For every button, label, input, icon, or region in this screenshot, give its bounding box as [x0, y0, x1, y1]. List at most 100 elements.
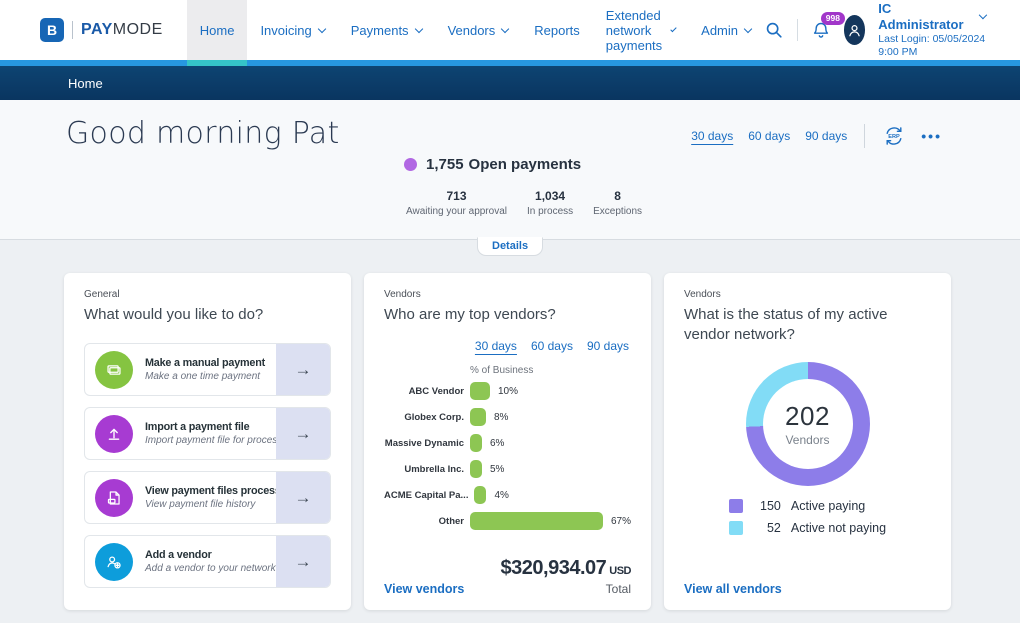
brand-divider	[72, 21, 73, 39]
user-name: IC Administrator	[878, 1, 972, 34]
open-payments-label: Open payments	[469, 156, 582, 173]
add-person-icon	[95, 543, 133, 581]
top-vendors-bar-chart: ABC Vendor 10% Globex Corp. 8% Massive D…	[384, 382, 631, 538]
erp-sync-icon: ERP	[882, 124, 906, 148]
card-filter-60-days[interactable]: 60 days	[531, 339, 573, 353]
stat-exceptions: 8 Exceptions	[593, 189, 642, 217]
vertical-divider	[864, 124, 865, 148]
bar	[474, 486, 486, 504]
search-icon	[764, 20, 784, 40]
chevron-down-icon	[671, 25, 677, 31]
action-view-payment-files[interactable]: View payment files processed View paymen…	[84, 471, 331, 524]
card-title: What is the status of my active vendor n…	[684, 305, 931, 346]
open-payments-dot-icon	[404, 158, 417, 171]
main-nav: Home Invoicing Payments Vendors Reports …	[187, 0, 764, 60]
hero-section: Good morning Pat 30 days 60 days 90 days…	[0, 100, 1020, 240]
last-login-text: Last Login: 05/05/2024 9:00 PM	[878, 33, 985, 59]
avatar-person-icon	[845, 21, 864, 40]
card-category: General	[84, 289, 331, 300]
donut-legend: 150 Active paying 52 Active not paying	[729, 499, 886, 543]
nav-item-home[interactable]: Home	[187, 0, 248, 60]
paymode-dashboard: B PAYMODE Home Invoicing Payments Vendor…	[0, 0, 1020, 638]
bottomline-logo-icon: B	[40, 18, 64, 42]
chevron-down-icon	[744, 24, 752, 32]
payment-file-icon	[95, 479, 133, 517]
bar-chart-axis-label: % of Business	[470, 365, 631, 376]
vendor-network-donut-chart: 202 Vendors	[746, 362, 870, 486]
action-make-manual-payment[interactable]: Make a manual payment Make a one time pa…	[84, 343, 331, 396]
paymode-logo[interactable]: B PAYMODE	[40, 18, 163, 42]
card-category: Vendors	[684, 289, 931, 300]
card-title: Who are my top vendors?	[384, 305, 631, 325]
top-vendors-card: Vendors Who are my top vendors? 30 days …	[364, 273, 651, 610]
nav-item-vendors[interactable]: Vendors	[435, 0, 522, 60]
filter-30-days[interactable]: 30 days	[691, 129, 733, 143]
bar-row: Other 67%	[384, 512, 631, 530]
day-filter-row: 30 days 60 days 90 days ERP •••	[691, 124, 942, 148]
bar	[470, 460, 482, 478]
erp-sync-button[interactable]: ERP	[882, 124, 906, 148]
card-filter-90-days[interactable]: 90 days	[587, 339, 629, 353]
bar	[470, 408, 486, 426]
arrow-right-icon: →	[276, 536, 330, 587]
chevron-down-icon	[978, 11, 986, 19]
donut-center-label: Vendors	[785, 433, 829, 447]
dashboard-cards: General What would you like to do? Make …	[0, 240, 1020, 623]
nav-item-invoicing[interactable]: Invoicing	[247, 0, 337, 60]
bar-row: Umbrella Inc. 5%	[384, 460, 631, 478]
brand-name: PAYMODE	[81, 21, 163, 39]
breadcrumb-bar: Home	[0, 66, 1020, 100]
nav-item-extended-network-payments[interactable]: Extended network payments	[593, 0, 688, 60]
topbar-divider	[797, 19, 798, 41]
action-import-payment-file[interactable]: Import a payment file Import payment fil…	[84, 407, 331, 460]
vendors-total: $320,934.07USD Total	[501, 557, 631, 596]
stat-awaiting-approval: 713 Awaiting your approval	[406, 189, 507, 217]
bar-row: ABC Vendor 10%	[384, 382, 631, 400]
card-day-filter-row: 30 days 60 days 90 days	[384, 339, 629, 353]
legend-item-active-paying: 150 Active paying	[729, 499, 886, 513]
details-button[interactable]: Details	[477, 237, 543, 256]
legend-swatch	[729, 521, 743, 535]
open-payments-summary: 1,755 Open payments 713 Awaiting your ap…	[404, 156, 642, 217]
filter-60-days[interactable]: 60 days	[748, 129, 790, 143]
user-menu[interactable]: IC Administrator Last Login: 05/05/2024 …	[878, 1, 985, 60]
bar-row: ACME Capital Pa... 4%	[384, 486, 631, 504]
legend-swatch	[729, 499, 743, 513]
view-all-vendors-link[interactable]: View all vendors	[684, 582, 782, 596]
page-title: Good morning Pat	[66, 116, 340, 151]
stat-in-process: 1,034 In process	[527, 189, 573, 217]
chevron-down-icon	[318, 24, 326, 32]
chevron-down-icon	[501, 24, 509, 32]
svg-text:ERP: ERP	[889, 134, 901, 140]
topbar-actions: 998 IC Administrator Last Login: 05/05/2…	[764, 1, 985, 60]
breadcrumb: Home	[68, 76, 103, 91]
bar-row: Massive Dynamic 6%	[384, 434, 631, 452]
legend-item-active-not-paying: 52 Active not paying	[729, 521, 886, 535]
bar-row: Globex Corp. 8%	[384, 408, 631, 426]
bar	[470, 434, 482, 452]
filter-90-days[interactable]: 90 days	[805, 129, 847, 143]
nav-item-payments[interactable]: Payments	[338, 0, 435, 60]
nav-item-admin[interactable]: Admin	[688, 0, 764, 60]
user-avatar[interactable]	[844, 15, 866, 45]
more-options-button[interactable]: •••	[921, 128, 942, 144]
arrow-right-icon: →	[276, 344, 330, 395]
vendor-network-card: Vendors What is the status of my active …	[664, 273, 951, 610]
notifications-button[interactable]: 998	[811, 20, 831, 40]
action-add-vendor[interactable]: Add a vendor Add a vendor to your networ…	[84, 535, 331, 588]
open-payments-count: 1,755	[426, 156, 464, 173]
donut-center-value: 202	[785, 401, 830, 432]
card-title: What would you like to do?	[84, 305, 331, 325]
search-button[interactable]	[764, 20, 784, 40]
general-actions-card: General What would you like to do? Make …	[64, 273, 351, 610]
arrow-right-icon: →	[276, 472, 330, 523]
bar	[470, 512, 603, 530]
chevron-down-icon	[414, 24, 422, 32]
nav-item-reports[interactable]: Reports	[521, 0, 593, 60]
top-navigation-bar: B PAYMODE Home Invoicing Payments Vendor…	[0, 0, 1020, 60]
card-filter-30-days[interactable]: 30 days	[475, 339, 517, 353]
arrow-right-icon: →	[276, 408, 330, 459]
upload-icon	[95, 415, 133, 453]
view-vendors-link[interactable]: View vendors	[384, 582, 464, 596]
card-category: Vendors	[384, 289, 631, 300]
